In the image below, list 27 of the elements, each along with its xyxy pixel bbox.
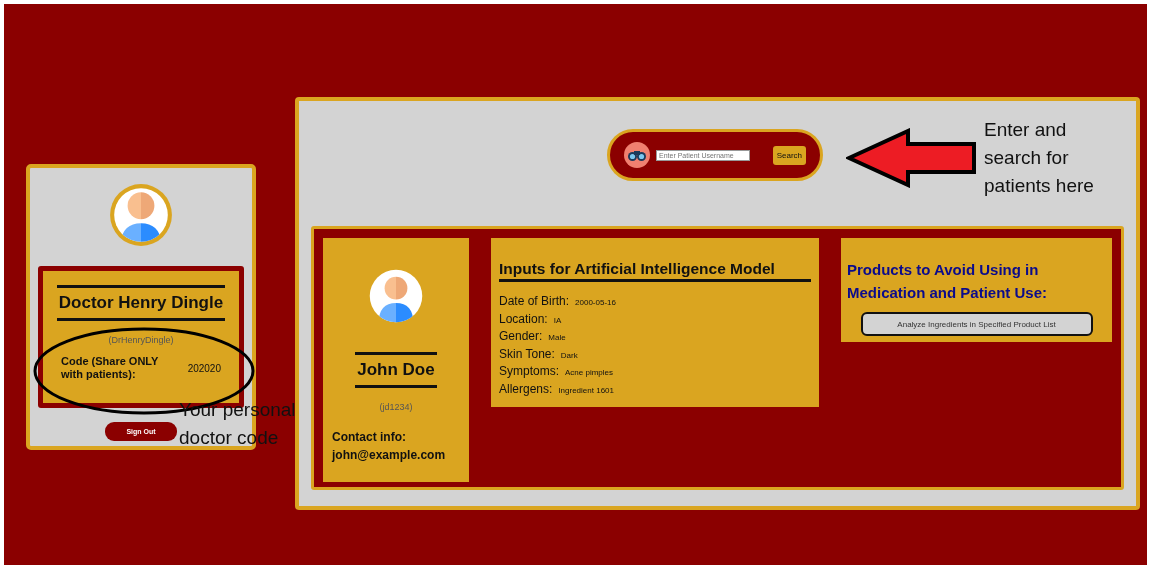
products-title: Products to Avoid Using in Medication and Patient Use: — [847, 260, 1049, 303]
binoculars-icon — [624, 142, 650, 168]
field-label: Location: — [499, 311, 548, 326]
field-label: Date of Birth: — [499, 294, 570, 308]
field-label: Gender: — [499, 329, 543, 343]
contact-info: Contact info: john@example.com — [332, 429, 446, 464]
patient-username: (jd1234) — [379, 402, 413, 412]
search-button[interactable]: Search — [772, 145, 806, 165]
analyze-button[interactable]: Analyze Ingredients in Specified Product List — [860, 312, 1093, 336]
doctor-code: 202020 — [187, 362, 221, 374]
avatar-icon — [108, 182, 174, 248]
code-label: Code (Share ONLY with patients): — [61, 355, 160, 381]
annotation-text: Enter and search for patients here — [984, 118, 1095, 198]
field-label: Skin Tone: — [499, 346, 555, 361]
ai-inputs-title: Inputs for Artificial Intelligence Model — [499, 260, 811, 282]
patient-name: John Doe — [355, 352, 437, 388]
field-value: Dark — [560, 350, 578, 360]
field-label: Allergens: — [499, 381, 553, 396]
field-value: Ingredient 1601 — [558, 385, 614, 395]
field-label: Symptoms: — [499, 364, 559, 378]
field-value: Male — [548, 333, 566, 342]
field-value: IA — [553, 315, 562, 325]
avatar-icon — [368, 268, 424, 324]
doctor-name: Doctor Henry Dingle — [56, 285, 226, 321]
doctor-username: (DrHenryDingle) — [108, 335, 174, 345]
field-value: Acne pimples — [565, 368, 614, 377]
field-value: 2000-05-16 — [575, 298, 616, 307]
